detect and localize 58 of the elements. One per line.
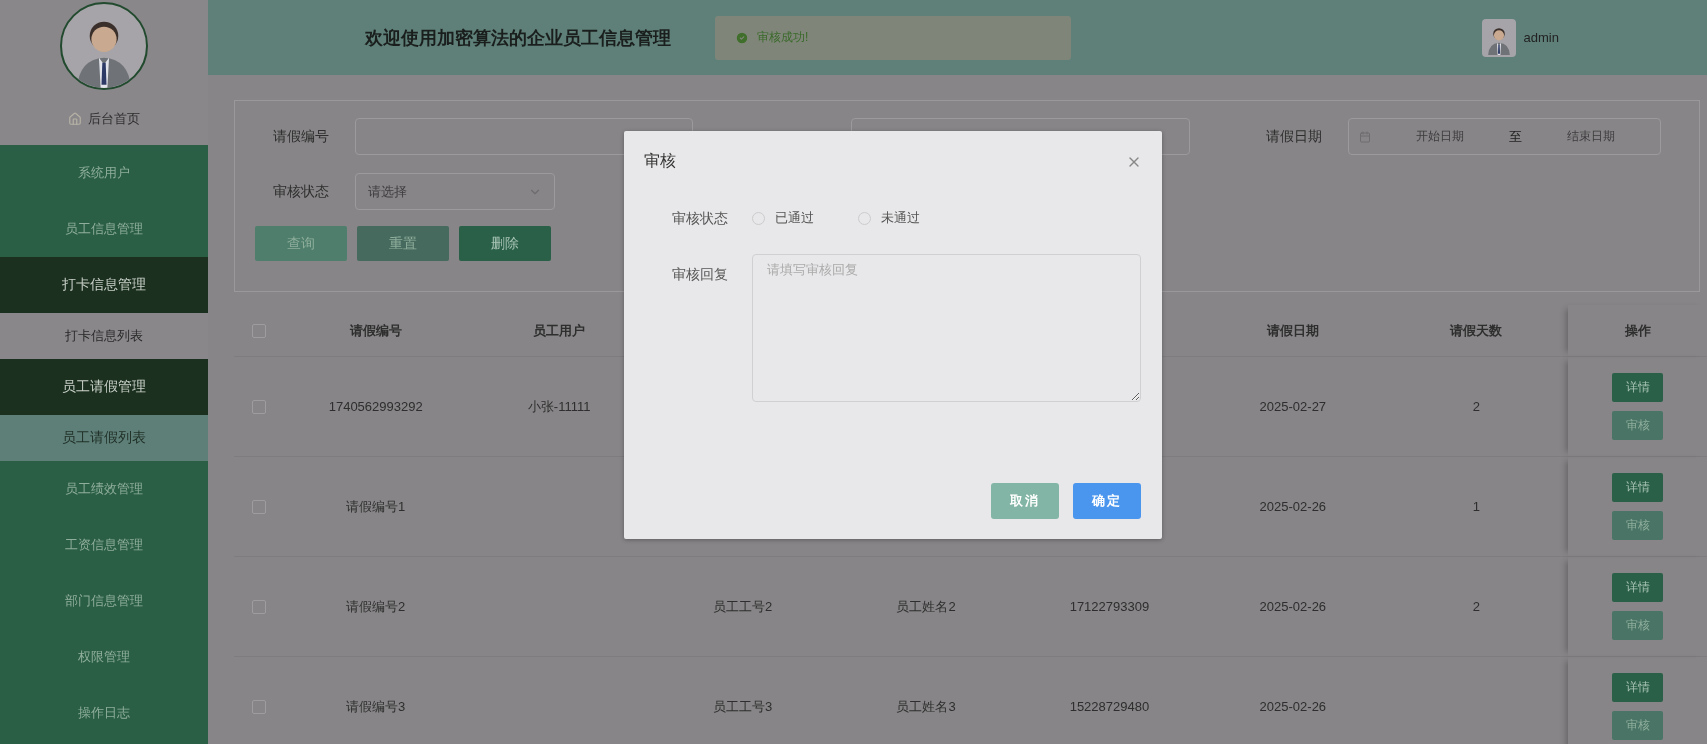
detail-button[interactable]: 详情 (1612, 573, 1663, 602)
column-header: 请假天数 (1448, 321, 1504, 340)
table-cell-text: 员工工号2 (711, 597, 774, 616)
menu-item[interactable]: 打卡信息列表 (0, 313, 208, 359)
calendar-icon (1359, 130, 1371, 143)
table-cell-text: 员工姓名2 (895, 597, 957, 616)
table-cell-text: 员工工号3 (711, 697, 774, 716)
date-range-field[interactable]: 开始日期 至 结束日期 (1348, 118, 1661, 155)
column-header: 操作 (1624, 321, 1651, 340)
confirm-button[interactable]: 确定 (1073, 483, 1141, 519)
detail-button[interactable]: 详情 (1612, 473, 1663, 502)
cancel-button[interactable]: 取消 (991, 483, 1059, 519)
table-cell-text: 员工姓名3 (895, 697, 957, 716)
column-header: 请假编号 (348, 321, 403, 340)
delete-button[interactable]: 删除 (459, 226, 551, 261)
home-link[interactable]: 后台首页 (68, 110, 140, 128)
table-cell-text: 1 (1471, 499, 1481, 514)
home-icon (68, 112, 82, 126)
filter-label: 审核状态 (272, 182, 330, 201)
column-header: 员工用户 (532, 321, 587, 340)
menu-group[interactable]: 员工请假管理 (0, 359, 208, 415)
table-cell-text: 17122793309 (1068, 599, 1151, 614)
table-cell-text: 1740562993292 (327, 399, 424, 414)
check-circle-icon (735, 30, 749, 45)
column-header: 请假日期 (1265, 321, 1320, 340)
table-cell-text: 2025-02-27 (1258, 399, 1328, 414)
select-field[interactable]: 请选择 (355, 173, 555, 210)
user-name: admin (1523, 30, 1559, 45)
table-cell-text: 小张-11111 (526, 397, 592, 416)
table-cell-text: 请假编号2 (345, 597, 407, 616)
table-cell-text: 2025-02-26 (1258, 499, 1328, 514)
detail-button[interactable]: 详情 (1612, 373, 1663, 402)
table-cell-text: 2025-02-26 (1258, 599, 1328, 614)
detail-button[interactable]: 详情 (1612, 673, 1663, 702)
radio-option[interactable]: 已通过 (752, 208, 814, 228)
review-button[interactable]: 审核 (1612, 411, 1663, 440)
review-button[interactable]: 审核 (1612, 611, 1663, 640)
query-button[interactable]: 查询 (255, 226, 347, 261)
filter-label: 请假编号 (272, 127, 330, 146)
review-button[interactable]: 审核 (1612, 511, 1663, 540)
radio-option[interactable]: 未通过 (858, 208, 920, 228)
reply-field[interactable]: 请填写审核回复 (752, 254, 1141, 402)
table-cell-text: 请假编号1 (345, 497, 407, 516)
menu-group[interactable]: 打卡信息管理 (0, 257, 208, 313)
field-label: 审核状态 (671, 209, 729, 228)
dialog-title: 审核 (644, 151, 676, 171)
table-cell-text: 请假编号3 (345, 697, 407, 716)
filter-label: 请假日期 (1265, 127, 1323, 146)
success-toast: 审核成功! (715, 15, 1071, 60)
table-cell-text: 2 (1471, 399, 1481, 414)
field-label: 审核回复 (671, 265, 729, 284)
table-cell-text: 15228729480 (1068, 699, 1151, 714)
review-button[interactable]: 审核 (1612, 711, 1663, 740)
table-cell-text: 2025-02-26 (1258, 699, 1328, 714)
menu-item[interactable]: 员工请假列表 (0, 415, 208, 461)
table-cell-text: 2 (1471, 599, 1481, 614)
reset-button[interactable]: 重置 (357, 226, 449, 261)
page-title: 欢迎使用加密算法的企业员工信息管理 (365, 26, 672, 50)
